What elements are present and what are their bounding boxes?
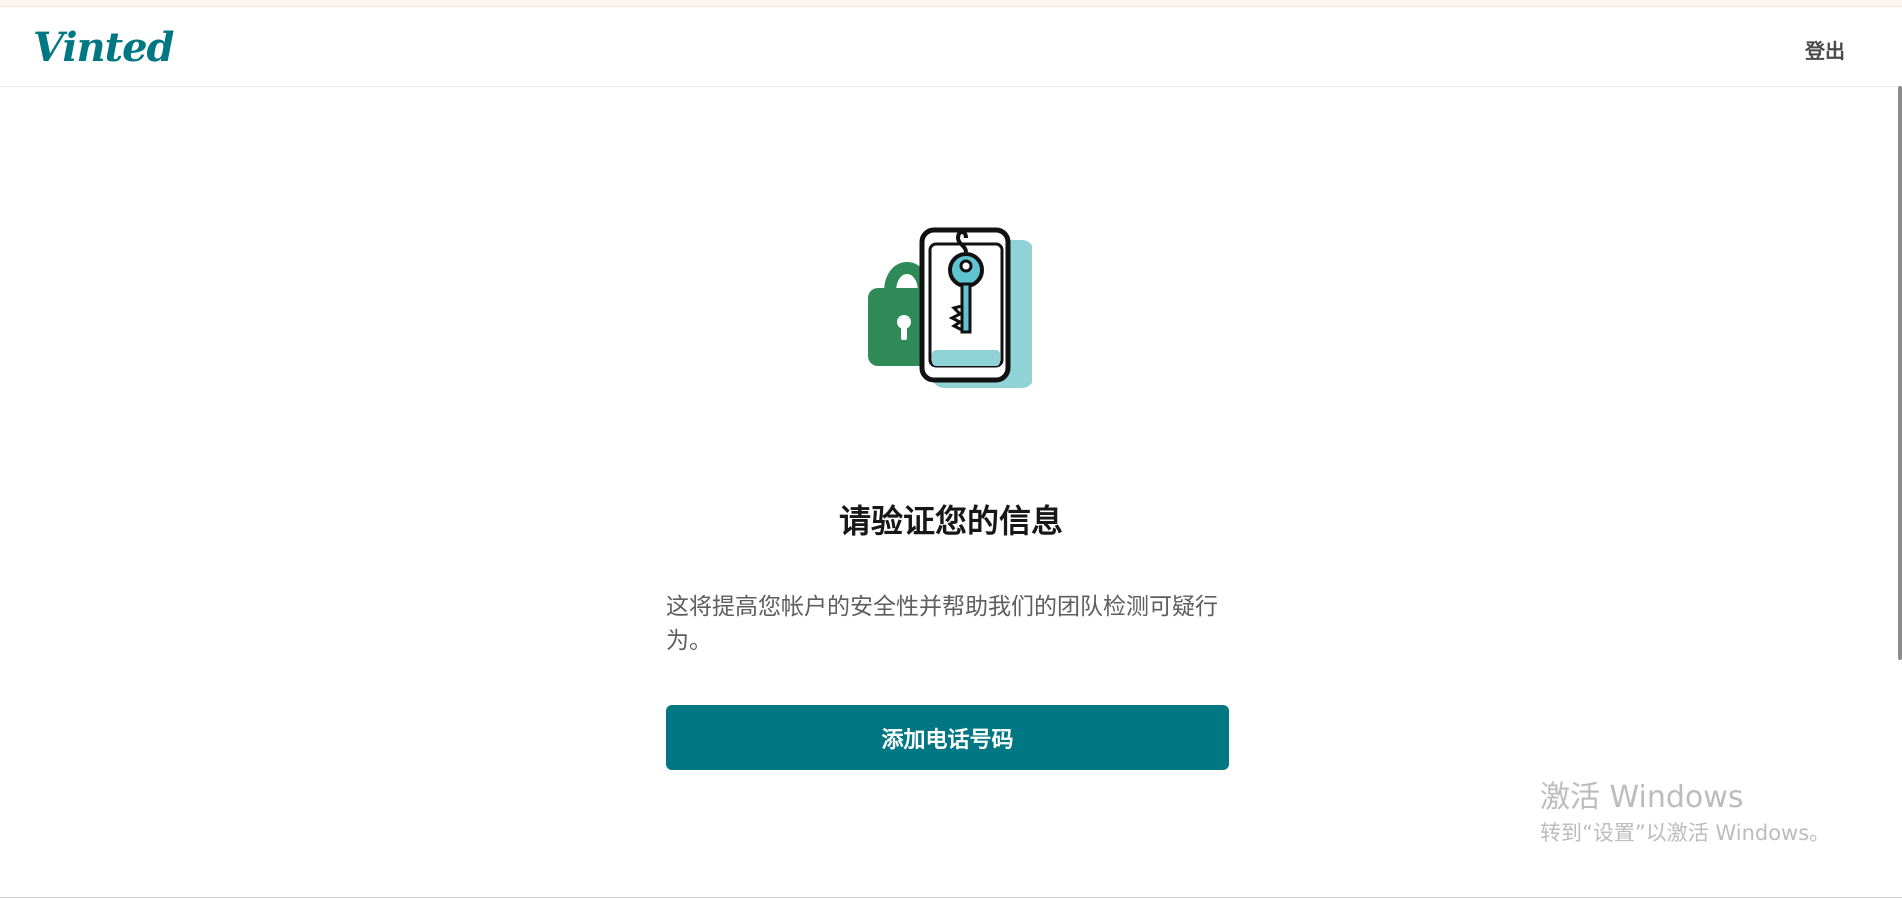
page-title: 请验证您的信息	[838, 502, 1063, 540]
top-accent-bar	[0, 0, 1902, 7]
vinted-logo[interactable]: Vinted	[33, 25, 175, 71]
verification-description: 这将提高您帐户的安全性并帮助我们的团队检测可疑行为。	[666, 594, 1218, 654]
padlock-phone-key-icon	[862, 222, 1034, 392]
top-header: Vinted 登出	[0, 7, 1902, 87]
windows-activation-watermark: 激活 Windows 转到“设置”以激活 Windows。	[1540, 778, 1830, 848]
logout-link[interactable]: 登出	[1805, 39, 1845, 63]
add-phone-number-button[interactable]: 添加电话号码	[666, 705, 1229, 770]
page-scrollbar[interactable]	[1898, 86, 1902, 660]
watermark-title: 激活 Windows	[1540, 780, 1744, 815]
watermark-subtitle: 转到“设置”以激活 Windows。	[1540, 821, 1831, 845]
